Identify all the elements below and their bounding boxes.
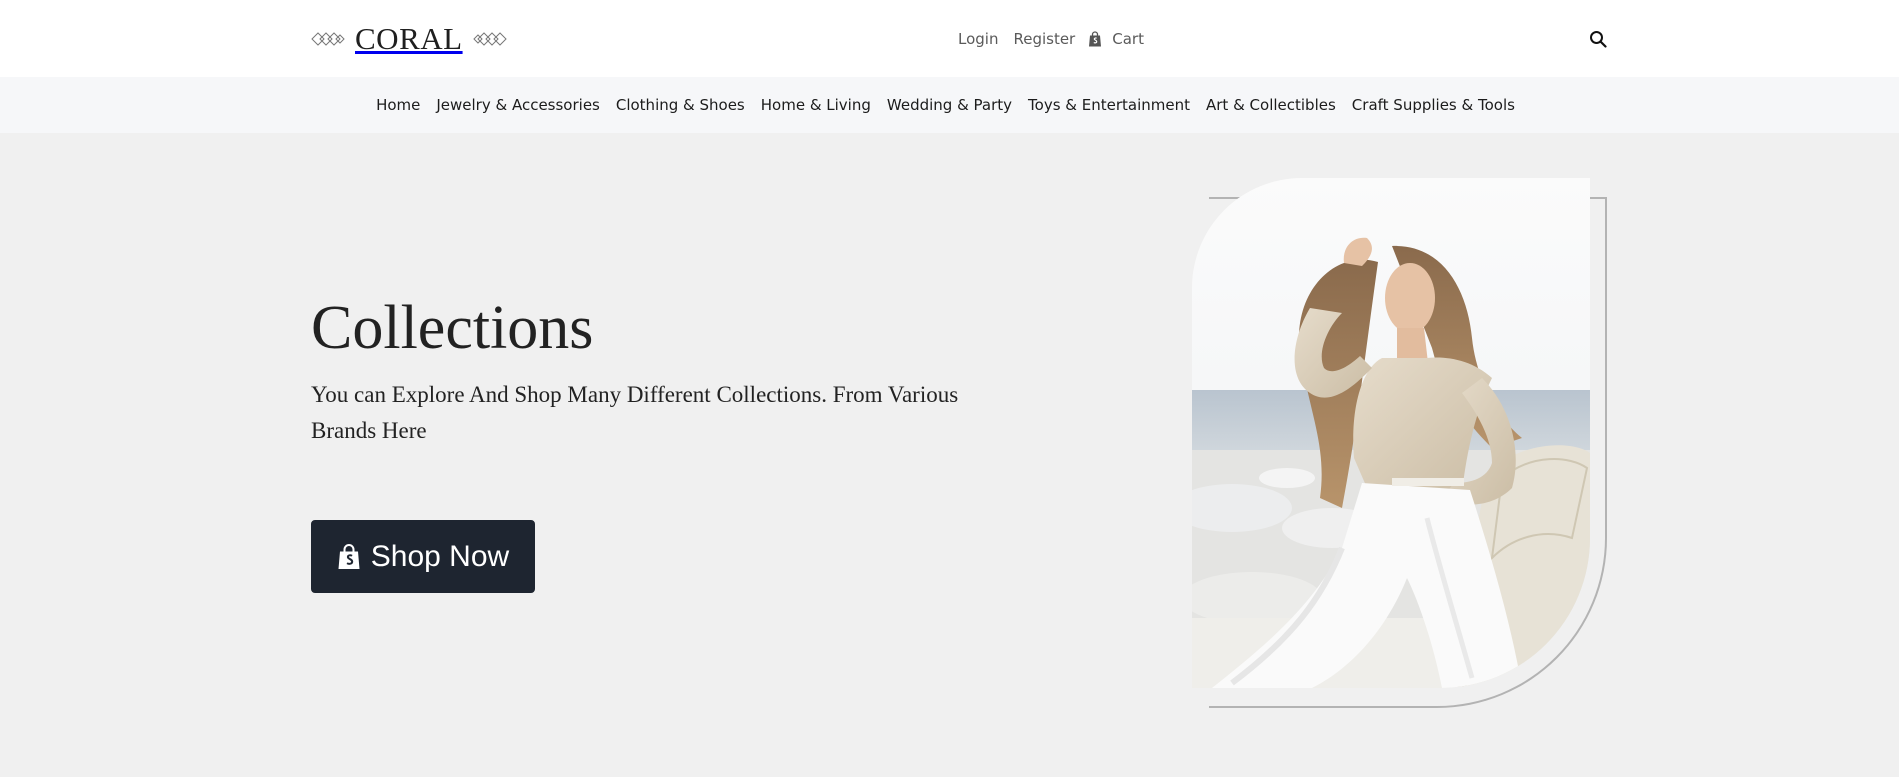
category-link-art-collectibles[interactable]: Art & Collectibles [1206,96,1336,114]
category-link-clothing-shoes[interactable]: Clothing & Shoes [616,96,745,114]
category-list: Home Jewelry & Accessories Clothing & Sh… [376,94,1515,116]
category-link-craft-supplies-tools[interactable]: Craft Supplies & Tools [1352,96,1515,114]
top-header: CORAL Login Register Cart [0,0,1899,77]
hero-title: Collections [311,294,594,362]
category-link-toys-entertainment[interactable]: Toys & Entertainment [1028,96,1190,114]
model-photo-illustration [1192,178,1590,688]
category-link-home-living[interactable]: Home & Living [761,96,871,114]
account-links: Login Register Cart [958,28,1144,50]
search-icon [1590,31,1607,48]
category-nav: Home Jewelry & Accessories Clothing & Sh… [0,77,1899,133]
register-link[interactable]: Register [1013,28,1075,50]
shopping-bag-icon [1089,31,1102,47]
diamond-ornament-icon [472,32,507,46]
category-link-jewelry-accessories[interactable]: Jewelry & Accessories [436,96,600,114]
hero-model-photo [1192,178,1590,688]
category-link-wedding-party[interactable]: Wedding & Party [887,96,1012,114]
category-link-home[interactable]: Home [376,96,420,114]
brand-name: CORAL [355,21,463,56]
hero-section: Collections You can Explore And Shop Man… [0,133,1899,777]
shop-now-label: Shop Now [370,539,510,573]
shopping-bag-icon [338,543,360,569]
hero-image-frame [1190,178,1610,710]
cart-label: Cart [1112,30,1144,48]
brand-logo[interactable]: CORAL [311,22,507,56]
cart-link[interactable]: Cart [1088,28,1144,50]
shop-now-button[interactable]: Shop Now [311,520,535,593]
search-button[interactable] [1589,29,1609,49]
hero-subtitle: You can Explore And Shop Many Different … [311,382,959,443]
login-link[interactable]: Login [958,28,998,50]
diamond-ornament-icon [311,32,345,46]
